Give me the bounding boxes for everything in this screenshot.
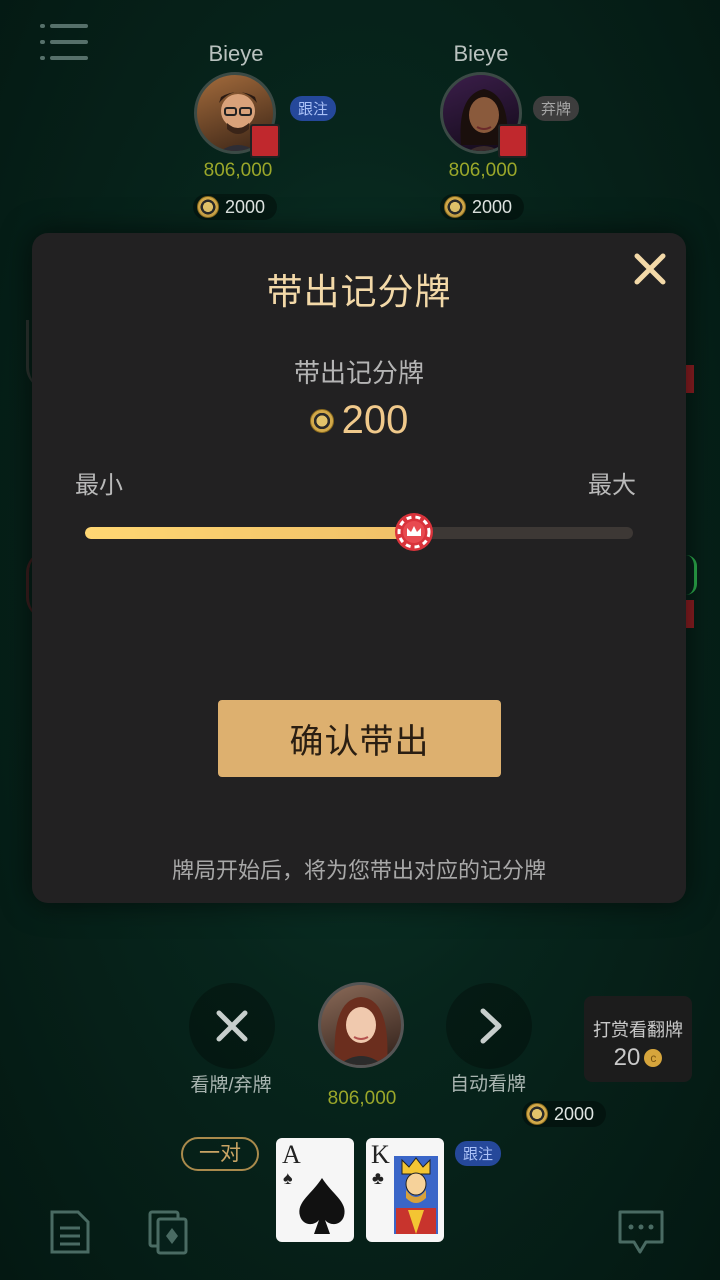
player-bet: 2000 — [440, 194, 525, 220]
menu-icon[interactable] — [40, 24, 90, 64]
self-bet: 2000 — [522, 1101, 607, 1127]
bet-amount: 2000 — [472, 196, 513, 217]
reward-flop-button[interactable]: 打赏看翻牌 20 c — [584, 996, 692, 1082]
buy-in-dialog: 带出记分牌 带出记分牌 200 最小 最大 确认带出 牌局开始后，将为您带出对应… — [32, 233, 686, 903]
buy-in-slider-fill — [85, 527, 414, 539]
card-suit: ♠ — [283, 1168, 293, 1188]
coin-icon: c — [644, 1049, 663, 1067]
buy-in-amount-row: 200 — [32, 398, 686, 443]
playing-card: K ♣ — [366, 1138, 444, 1242]
cards-icon — [148, 1210, 188, 1255]
buy-in-slider-track[interactable] — [85, 527, 633, 539]
card-suit: ♣ — [372, 1168, 384, 1188]
player-chips: 806,000 — [203, 160, 273, 181]
status-badge: 弃牌 — [533, 96, 580, 121]
chip-icon — [444, 196, 466, 218]
chip-icon — [526, 1103, 548, 1125]
chip-icon — [309, 408, 334, 433]
player-bet: 2000 — [193, 194, 278, 220]
side-player-avatar — [686, 555, 697, 595]
auto-check-label: 自动看牌 — [449, 1074, 526, 1095]
buy-in-amount: 200 — [341, 398, 409, 442]
chip-icon — [197, 196, 219, 218]
player-name: Bieye — [208, 41, 264, 66]
close-icon — [634, 253, 666, 285]
chat-icon — [618, 1210, 664, 1254]
spade-icon — [299, 1178, 345, 1234]
reward-cost: 20 — [613, 1044, 641, 1071]
chat-button[interactable] — [616, 1208, 666, 1256]
card-rank: A — [282, 1140, 301, 1169]
fold-button[interactable] — [189, 983, 275, 1069]
chevron-right-icon — [480, 1008, 502, 1044]
close-button[interactable] — [628, 247, 672, 291]
self-status-badge: 跟注 — [455, 1141, 502, 1166]
card-rank: K — [371, 1140, 390, 1169]
slider-handle[interactable] — [394, 512, 434, 552]
card-back — [250, 124, 280, 158]
self-avatar[interactable] — [318, 982, 404, 1068]
woman-face-icon — [334, 997, 388, 1065]
min-label: 最小 — [75, 472, 123, 499]
king-face-icon — [394, 1156, 438, 1234]
cards-button[interactable] — [146, 1208, 190, 1256]
dialog-title: 带出记分牌 — [266, 271, 452, 312]
reward-label: 打赏看翻牌 — [593, 1020, 683, 1040]
status-badge: 跟注 — [290, 96, 337, 121]
fold-label: 看牌/弃牌 — [190, 1075, 272, 1096]
playing-card: A ♠ — [276, 1138, 354, 1242]
hand-rank-badge: 一对 — [181, 1137, 259, 1171]
x-icon — [216, 1010, 248, 1042]
card-back — [498, 124, 528, 158]
buy-in-hint: 牌局开始后，将为您带出对应的记分牌 — [171, 858, 546, 883]
max-label: 最大 — [588, 472, 636, 499]
player-chips: 806,000 — [448, 160, 518, 181]
bet-amount: 2000 — [225, 196, 266, 217]
player-name: Bieye — [453, 41, 509, 66]
document-icon — [50, 1210, 90, 1254]
crown-chip-icon — [394, 513, 433, 551]
bet-amount: 2000 — [554, 1103, 595, 1124]
confirm-buy-in-button[interactable]: 确认带出 — [218, 700, 501, 777]
buy-in-label: 带出记分牌 — [293, 358, 424, 388]
self-chips: 806,000 — [327, 1088, 397, 1109]
history-button[interactable] — [48, 1208, 92, 1256]
reward-cost-row: 20 c — [584, 1044, 692, 1072]
auto-check-button[interactable] — [446, 983, 532, 1069]
